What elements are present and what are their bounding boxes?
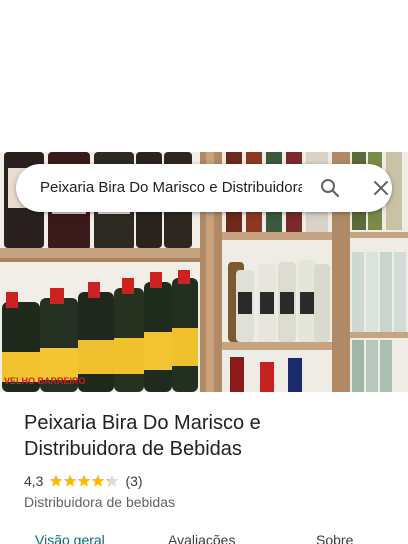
close-icon <box>374 181 388 195</box>
review-count[interactable]: (3) <box>125 473 142 489</box>
place-category[interactable]: Distribuidora de bebidas <box>24 493 175 511</box>
close-button[interactable] <box>369 176 393 200</box>
place-tabs: Visão geral Avaliações Sobre <box>0 528 408 544</box>
star-icon <box>78 474 91 487</box>
search-bar[interactable]: Peixaria Bira Do Marisco e Distribuidora… <box>16 164 392 212</box>
search-icon <box>321 179 340 198</box>
tab-reviews[interactable]: Avaliações <box>168 532 235 544</box>
star-icon <box>64 474 77 487</box>
place-title: Peixaria Bira Do Marisco e Distribuidora… <box>24 412 261 460</box>
star-icon <box>92 474 105 487</box>
tab-about[interactable]: Sobre <box>316 532 353 544</box>
rating-value: 4,3 <box>24 473 44 489</box>
star-icon <box>106 474 119 487</box>
search-button[interactable] <box>318 176 342 200</box>
tab-overview[interactable]: Visão geral <box>35 532 105 544</box>
search-input[interactable]: Peixaria Bira Do Marisco e Distribuidora… <box>40 178 302 198</box>
bottle-label-text: VELHO BARREIRO <box>4 376 86 386</box>
star-icon <box>50 474 63 487</box>
rating-stars <box>49 474 119 488</box>
rating-row[interactable]: 4,3 (3) <box>24 472 143 490</box>
